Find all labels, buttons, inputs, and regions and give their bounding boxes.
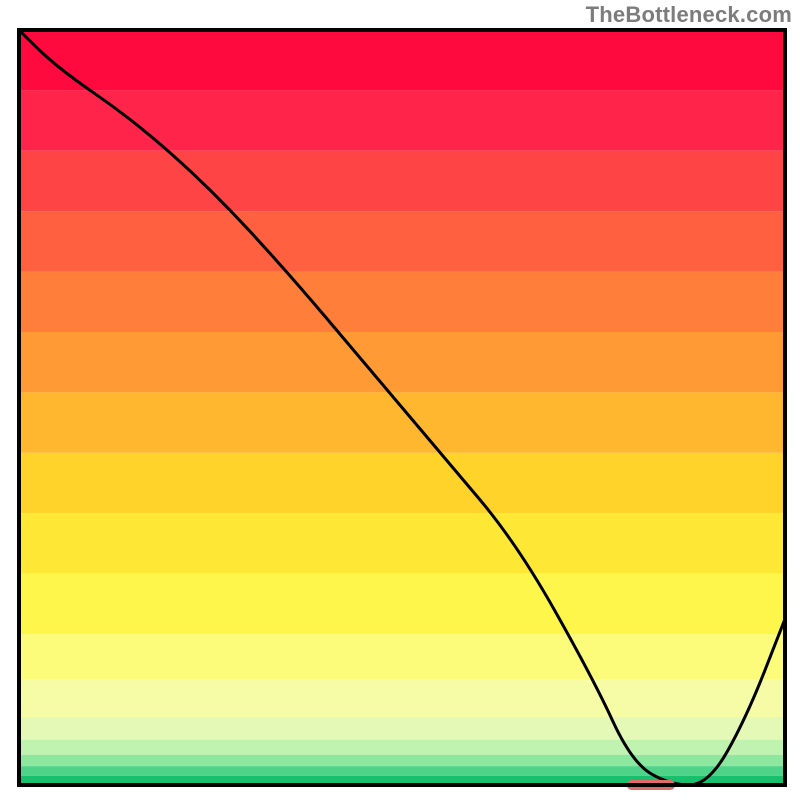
attribution-text: TheBottleneck.com — [586, 2, 792, 28]
bottleneck-chart — [0, 0, 800, 800]
chart-stage: { "attribution": "TheBottleneck.com", "c… — [0, 0, 800, 800]
